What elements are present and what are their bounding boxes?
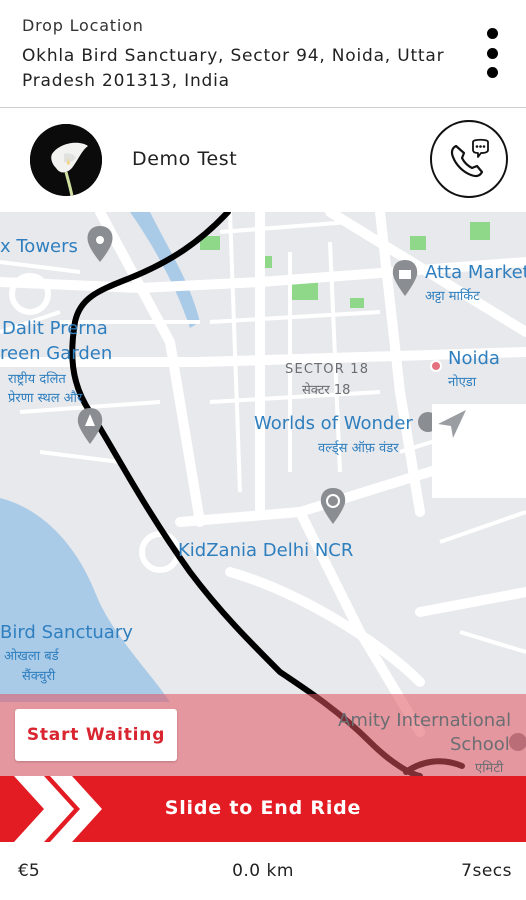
map-label-dalit-prerna-hindi-2: प्रेरणा स्थल और [8,391,83,406]
park [410,236,426,250]
map-label-sector-18-hindi: सेक्टर 18 [302,383,351,398]
map-label-kidzania: KidZania Delhi NCR [178,540,354,561]
distance-value: 0.0 km [232,861,294,881]
map-label-dalit-prerna: Dalit Prerna [2,318,108,339]
amusement-pin-icon [320,488,346,524]
navigation-arrow-icon [438,410,466,438]
call-button[interactable] [430,120,508,198]
start-waiting-button[interactable]: Start Waiting [15,709,177,761]
drop-location-label: Drop Location [22,16,144,35]
map-label-worlds-of-wonder: Worlds of Wonder [254,413,413,434]
more-vertical-icon[interactable] [482,28,502,78]
map-label-bird-sanctuary-hindi-2: सैंक्चुरी [22,669,56,684]
poi-pin-icon [87,226,113,262]
drop-location-address: Okhla Bird Sanctuary, Sector 94, Noida, … [22,46,445,91]
route-map[interactable]: x Towers Atta Market अट्टा मार्किट Dalit… [0,212,526,776]
map-label-atta-market: Atta Market [425,262,526,283]
trip-stats-footer: €5 0.0 km 7secs [0,842,526,900]
slide-to-end-ride[interactable]: Slide to End Ride [0,776,526,842]
calla-lily-photo [30,124,102,196]
map-label-amity-hindi: एमिटी [475,761,504,776]
map-label-worlds-of-wonder-hindi: वर्ल्ड्स ऑफ़ वंडर [318,441,399,456]
park [290,282,318,300]
menu-dot [486,47,498,59]
slide-to-end-label: Slide to End Ride [164,797,362,819]
rider-name: Demo Test [132,148,238,170]
phone-chat-icon [450,138,489,178]
map-label-noida-hindi: नोएडा [448,375,477,390]
rider-info-row: Demo Test [0,108,526,212]
map-label-green-garden: reen Garden [0,343,113,364]
canal [130,212,200,328]
duration-value: 7secs [461,861,512,881]
menu-dot [486,28,498,39]
station-marker-icon [430,360,442,372]
map-label-dalit-prerna-hindi: राष्ट्रीय दलित [8,372,66,387]
park [470,222,490,240]
map-label-atta-market-hindi: अट्टा मार्किट [425,289,480,304]
recenter-button[interactable] [432,404,526,498]
map-label-bird-sanctuary: Bird Sanctuary [0,622,133,643]
park [350,298,364,308]
shopping-pin-icon [392,260,418,296]
map-label-amity: Amity International [338,710,512,731]
menu-dot [486,67,498,78]
avatar [30,124,102,196]
drop-location-header: Drop Location Okhla Bird Sanctuary, Sect… [0,0,526,108]
map-label-sector-18: SECTOR 18 [285,362,370,377]
memorial-pin-icon [77,408,103,444]
map-label-towers: x Towers [0,236,78,257]
map-label-bird-sanctuary-hindi: ओखला बर्ड [4,649,59,664]
map-label-noida: Noida [448,348,500,369]
map-label-amity-school: School [450,734,510,755]
